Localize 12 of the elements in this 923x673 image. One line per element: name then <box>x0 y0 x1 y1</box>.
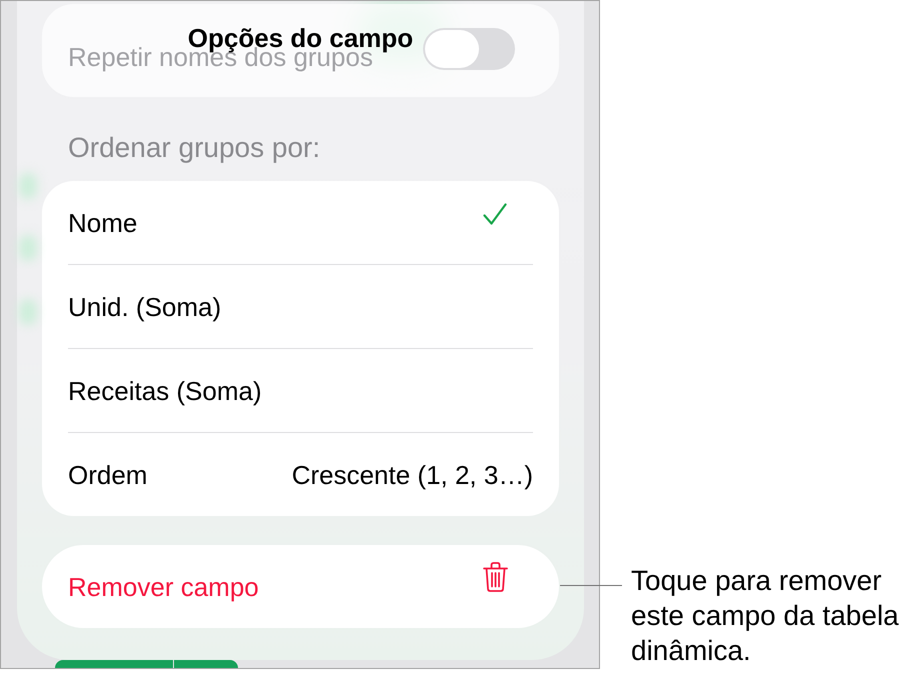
remove-field-button[interactable]: Remover campo <box>42 545 559 628</box>
section-header: Ordenar grupos por: <box>68 132 320 164</box>
sort-option[interactable]: Unid. (Soma) <box>42 265 559 348</box>
callout-text: Toque para remover este campo da tabela dinâmica. <box>631 564 900 668</box>
toggle-switch[interactable] <box>423 28 515 70</box>
order-value[interactable]: Crescente (1, 2, 3…) <box>292 458 533 490</box>
order-label: Ordem <box>68 458 148 490</box>
toolbar-button[interactable] <box>174 660 238 668</box>
trash-icon <box>483 562 508 592</box>
sort-option[interactable]: Receitas (Soma) <box>42 349 559 432</box>
sort-option[interactable]: Nome <box>42 181 559 264</box>
leader-line <box>560 585 622 586</box>
